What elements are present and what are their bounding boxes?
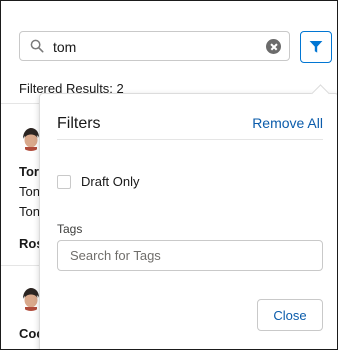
draft-only-label: Draft Only: [81, 174, 140, 189]
remove-all-link[interactable]: Remove All: [252, 115, 323, 131]
popover-nub: [311, 84, 330, 103]
draft-only-checkbox[interactable]: [57, 174, 71, 189]
filters-title: Filters: [57, 115, 101, 132]
search-input[interactable]: tom: [53, 39, 76, 55]
filter-icon: [309, 41, 323, 53]
close-button[interactable]: Close: [257, 299, 323, 331]
search-bar[interactable]: tom: [19, 31, 290, 61]
list-item-detail: Ton: [19, 184, 40, 199]
list-item-detail: Ton: [19, 204, 40, 219]
popover-divider: [57, 139, 323, 140]
tags-search-input[interactable]: [57, 240, 323, 271]
draft-only-row[interactable]: Draft Only: [57, 174, 140, 189]
filter-button[interactable]: [300, 31, 332, 63]
search-icon: [30, 39, 44, 53]
app-frame: tom Filtered Results: 2 Tor Ton Ton Ros: [0, 0, 338, 350]
clear-icon[interactable]: [266, 39, 281, 54]
tags-label: Tags: [57, 222, 83, 236]
list-item-name: Tor: [19, 164, 39, 179]
filters-popover: Filters Remove All Draft Only Tags Close: [39, 84, 337, 349]
